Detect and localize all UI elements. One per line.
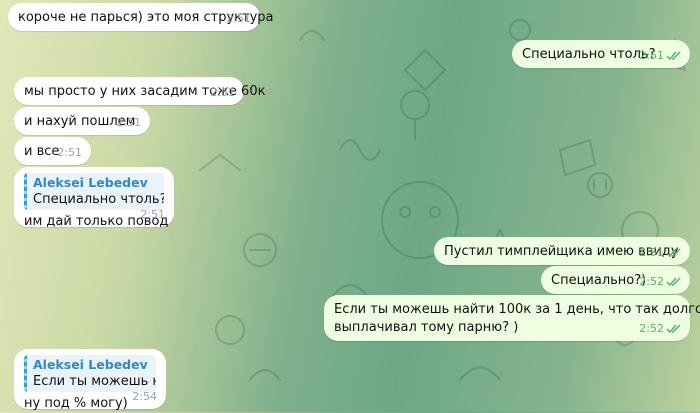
double-check-icon — [666, 324, 681, 334]
message-text-line-1: Если ты можешь найти 100к за 1 день, что… — [334, 302, 700, 317]
message-incoming[interactable]: и нахуй пошлем 2:51 — [14, 107, 150, 135]
message-text: мы просто у них засадим тоже 60к — [24, 84, 266, 99]
reply-author: Aleksei Lebedev — [33, 357, 148, 372]
double-check-icon — [666, 248, 681, 258]
reply-quote[interactable]: Aleksei Lebedev Если ты можешь най... — [24, 355, 156, 392]
message-incoming-reply[interactable]: Aleksei Lebedev Специально чтоль? им дай… — [14, 167, 174, 229]
message-incoming[interactable]: короче не парься) это моя структура 2:51 — [8, 3, 274, 31]
message-time: 2:51 — [210, 86, 235, 99]
message-time: 2:51 — [639, 246, 664, 259]
message-text-line-2: выплачивал тому парню? ) — [334, 320, 519, 335]
message-outgoing[interactable]: Если ты можешь найти 100к за 1 день, что… — [324, 295, 700, 341]
message-time: 2:52 — [639, 275, 664, 288]
message-incoming[interactable]: и все 2:51 — [14, 137, 91, 165]
message-time: 2:51 — [639, 49, 664, 62]
message-time: 2:51 — [226, 12, 251, 25]
message-outgoing[interactable]: Специально?) 2:52 — [541, 266, 690, 294]
double-check-icon — [666, 277, 681, 287]
message-time: 2:51 — [116, 116, 141, 129]
message-time: 2:51 — [140, 208, 165, 221]
message-incoming-reply[interactable]: Aleksei Lebedev Если ты можешь най... ну… — [14, 349, 166, 411]
message-text: короче не парься) это моя структура — [18, 10, 274, 25]
reply-text: Если ты можешь най... — [33, 374, 156, 389]
reply-text: Специально чтоль? — [33, 192, 164, 207]
message-time: 2:51 — [57, 146, 82, 159]
double-check-icon — [666, 51, 681, 61]
message-time: 2:52 — [639, 322, 664, 335]
reply-author: Aleksei Lebedev — [33, 175, 148, 190]
message-outgoing[interactable]: Пустил тимплейщика имею ввиду 2:51 — [434, 237, 690, 265]
message-time: 2:54 — [132, 390, 157, 403]
reply-quote[interactable]: Aleksei Lebedev Специально чтоль? — [24, 173, 164, 210]
message-outgoing[interactable]: Специально чтоль? 2:51 — [512, 40, 690, 68]
message-incoming[interactable]: мы просто у них засадим тоже 60к 2:51 — [14, 77, 266, 105]
